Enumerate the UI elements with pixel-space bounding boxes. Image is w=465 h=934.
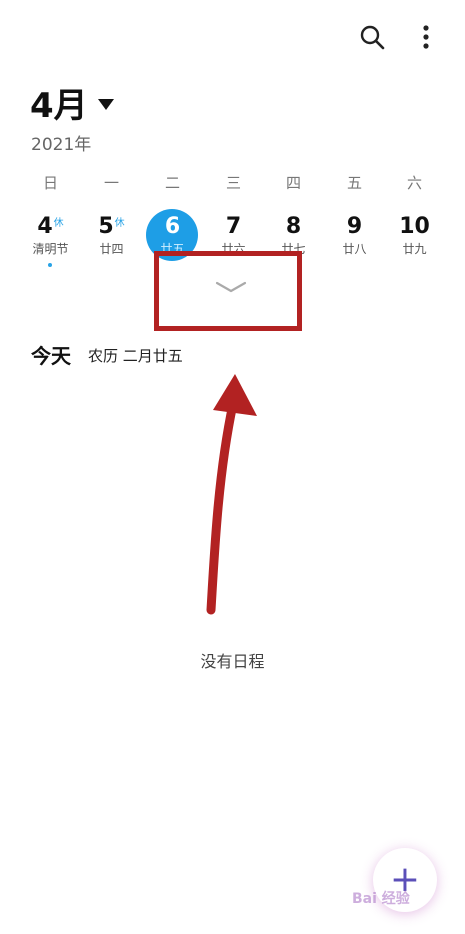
day-sublabel: 廿八 xyxy=(342,242,367,256)
day-sublabel: 清明节 xyxy=(32,242,69,256)
lunar-date: 农历 二月廿五 xyxy=(88,347,183,365)
weekday-label: 六 xyxy=(406,174,422,192)
today-label: 今天 xyxy=(31,344,71,368)
search-icon[interactable] xyxy=(357,22,387,52)
day-cell[interactable]: 10 xyxy=(384,214,445,239)
day-number: 9 xyxy=(346,214,363,239)
year-label: 2021年 xyxy=(31,135,92,155)
rest-badge: 休 xyxy=(114,218,125,229)
annotation-arrow xyxy=(206,374,257,615)
weekday-label: 一 xyxy=(103,174,119,192)
day-cell[interactable]: 7 xyxy=(203,214,264,239)
day-sublabel: 廿四 xyxy=(99,242,124,256)
weekday-label: 五 xyxy=(346,174,362,192)
day-number: 8 xyxy=(285,214,302,239)
month-selector[interactable]: 4月 xyxy=(30,78,114,127)
weekday-label: 日 xyxy=(42,174,58,192)
caret-down-icon xyxy=(97,99,114,110)
day-number: 10 xyxy=(399,214,430,239)
day-number: 4 xyxy=(37,214,53,239)
more-vertical-icon[interactable] xyxy=(411,22,441,52)
watermark-logo: Bai 经验 xyxy=(352,891,410,907)
day-cell[interactable]: 5休 xyxy=(81,214,142,239)
annotation-box xyxy=(154,251,302,331)
day-cell-selected[interactable]: 6 xyxy=(142,214,203,239)
weekday-label: 三 xyxy=(225,174,241,192)
day-number: 5 xyxy=(98,214,114,239)
day-number: 6 xyxy=(164,214,181,239)
day-cell[interactable]: 4休 xyxy=(20,214,81,239)
event-dot xyxy=(48,263,52,267)
empty-state-text: 没有日程 xyxy=(200,652,265,671)
weekday-label: 二 xyxy=(164,174,180,192)
day-sublabel: 廿九 xyxy=(402,242,427,256)
weekday-label: 四 xyxy=(285,174,301,192)
day-cell[interactable]: 9 xyxy=(324,214,385,239)
day-cell[interactable]: 8 xyxy=(263,214,324,239)
month-label: 4月 xyxy=(30,86,88,126)
rest-badge: 休 xyxy=(53,218,64,229)
day-number: 7 xyxy=(225,214,242,239)
